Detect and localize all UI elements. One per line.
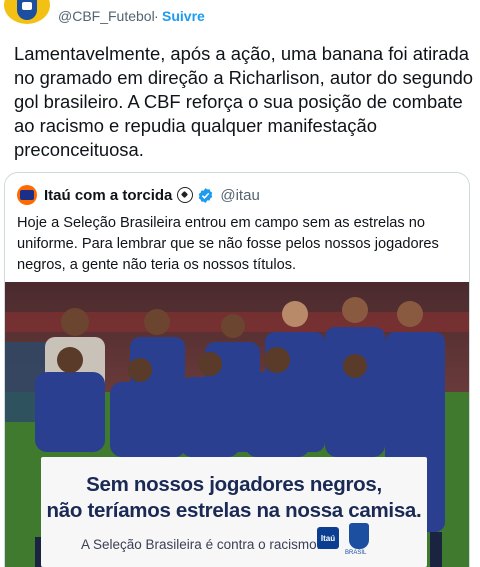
follow-button[interactable]: Suivre: [162, 8, 205, 24]
quoted-tweet-text: Hoje a Seleção Brasileira entrou em camp…: [17, 215, 439, 273]
cbf-logo-icon: [349, 523, 369, 549]
verified-badge-icon: [199, 187, 213, 203]
cbf-logo-label: BRASIL: [345, 550, 367, 556]
quoted-tweet[interactable]: Itaú com a torcida @itau Hoje a Seleção …: [4, 172, 470, 567]
quoted-author-name[interactable]: Itaú com a torcida: [44, 187, 172, 204]
team-photo[interactable]: Sem nossos jogadores negros, não teríamo…: [5, 282, 469, 567]
author-handle[interactable]: @CBF_Futebol: [58, 8, 155, 24]
quoted-author-handle[interactable]: @itau: [220, 187, 259, 204]
tweet-header: @CBF_Futebol · Suivre: [0, 0, 480, 30]
itau-avatar-icon[interactable]: [17, 185, 37, 205]
cbf-avatar[interactable]: [4, 0, 50, 24]
quoted-tweet-header: Itaú com a torcida @itau: [17, 185, 260, 205]
banner-line-1: Sem nossos jogadores negros,: [86, 473, 382, 496]
itau-logo-icon: Itaú: [317, 527, 339, 549]
tweet-text: Lamentavelmente, após a ação, uma banana…: [14, 43, 479, 160]
banner-line-3: A Seleção Brasileira é contra o racismo.: [81, 537, 321, 552]
soccer-ball-icon: [177, 187, 194, 203]
anti-racism-banner: Sem nossos jogadores negros, não teríamo…: [41, 457, 427, 567]
banner-line-2: não teríamos estrelas na nossa camisa.: [46, 499, 422, 522]
cbf-crest-icon: [17, 0, 37, 20]
separator-dot: ·: [154, 8, 159, 24]
